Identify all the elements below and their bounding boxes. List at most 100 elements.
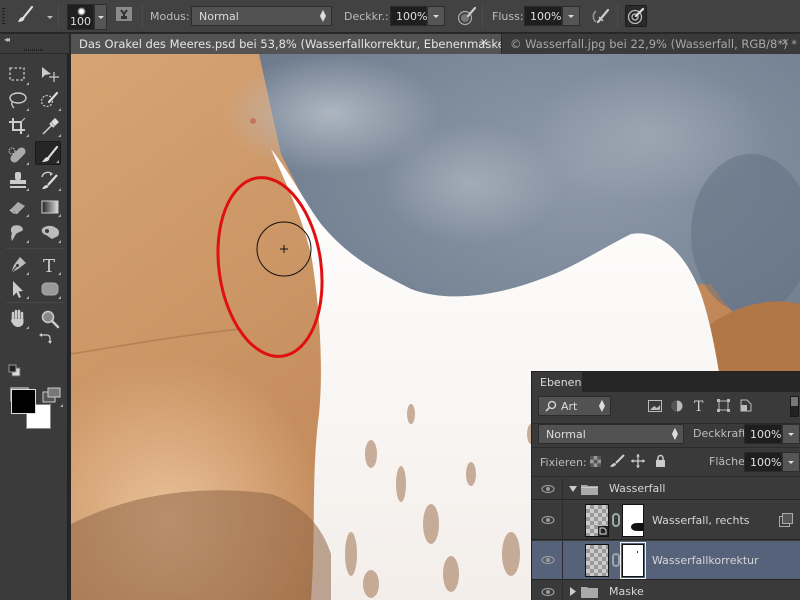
airbrush-icon <box>592 8 610 24</box>
close-tab-icon[interactable]: × <box>480 37 488 48</box>
updown-arrows-icon: ▲ ▼ <box>319 8 326 23</box>
pressure-opacity-button[interactable] <box>456 5 478 27</box>
smudge-tool[interactable] <box>4 220 30 244</box>
visibility-eye-icon[interactable] <box>541 587 555 597</box>
toolbox-header[interactable]: ◂◂ <box>0 34 69 54</box>
lasso-tool[interactable] <box>4 88 30 112</box>
pixel-layer-filter-icon[interactable] <box>648 400 662 412</box>
type-tool[interactable]: T <box>36 252 62 276</box>
eyedropper-icon <box>42 118 59 135</box>
tab-wasserfall[interactable]: © Wasserfall.jpg bei 22,9% (Wasserfall, … <box>502 34 800 54</box>
spot-healing-brush-tool[interactable] <box>4 142 30 166</box>
flow-input[interactable]: 100% <box>524 6 562 26</box>
history-brush-tool[interactable] <box>36 168 62 192</box>
rectangle-tool[interactable] <box>36 276 62 300</box>
airbrush-button[interactable] <box>590 5 612 27</box>
layer-opacity-dropdown[interactable] <box>782 424 800 444</box>
divider <box>142 4 143 28</box>
brush-panel-toggle-icon <box>116 7 132 21</box>
updown-arrows-icon: ▲ ▼ <box>598 398 605 413</box>
smart-object-filter-icon[interactable] <box>740 399 752 412</box>
zoom-tool[interactable] <box>36 306 62 330</box>
brush-size-value: 100 <box>70 15 91 28</box>
layer-mask-thumbnail-active[interactable] <box>620 542 646 579</box>
visibility-eye-icon[interactable] <box>541 484 555 494</box>
divider <box>482 4 483 28</box>
close-tab-icon[interactable]: × <box>781 37 789 48</box>
collapsed-triangle-icon[interactable] <box>569 587 577 596</box>
type-icon: T <box>43 256 55 275</box>
screen-mode-button[interactable] <box>38 384 64 408</box>
flow-dropdown[interactable] <box>562 6 580 26</box>
adjustment-layer-filter-icon[interactable] <box>671 400 683 412</box>
blend-mode-select[interactable]: Normal ▲ ▼ <box>538 424 684 444</box>
mask-link-icon[interactable] <box>612 513 620 527</box>
toolbox-grip[interactable] <box>24 49 44 51</box>
move-tool[interactable] <box>36 62 62 86</box>
options-bar-grip[interactable] <box>2 8 5 25</box>
collapse-panel-icon[interactable]: ◂◂ <box>4 35 10 44</box>
fill-input[interactable]: 100% <box>744 452 782 472</box>
divider <box>617 4 618 28</box>
mode-select[interactable]: Normal ▲ ▼ <box>191 6 332 26</box>
layers-panel: Ebenen Art ▲ ▼ T Normal ▲ ▼ Deckkraft: 100… <box>531 371 800 600</box>
expand-triangle-icon[interactable] <box>569 485 577 493</box>
eyedropper-tool[interactable] <box>36 114 62 138</box>
eraser-icon <box>9 202 25 214</box>
pen-tool[interactable] <box>4 252 30 276</box>
mask-link-icon[interactable] <box>612 553 620 567</box>
dodge-tool[interactable] <box>36 220 62 244</box>
layer-name: Wasserfallkorrektur <box>652 554 759 567</box>
swap-colors-button[interactable] <box>38 331 54 347</box>
swap-colors-icon <box>39 333 52 344</box>
rectangular-marquee-tool[interactable] <box>4 62 30 86</box>
quick-selection-icon <box>40 91 59 108</box>
tool-preset-picker[interactable] <box>15 4 53 28</box>
pressure-size-button[interactable] <box>625 5 647 27</box>
crop-tool[interactable] <box>4 114 30 138</box>
lock-transparent-pixels-icon[interactable] <box>590 456 601 467</box>
foreground-color-swatch[interactable] <box>11 389 36 414</box>
lock-position-icon[interactable] <box>631 454 645 468</box>
quick-selection-tool[interactable] <box>36 88 62 112</box>
clone-stamp-tool[interactable] <box>4 168 30 192</box>
hand-tool[interactable] <box>4 306 30 330</box>
layer-group-maske[interactable]: Maske <box>532 581 800 600</box>
path-selection-tool[interactable] <box>4 276 30 300</box>
lock-all-icon[interactable] <box>655 454 666 468</box>
layer-wasserfall-rechts[interactable]: Wasserfall, rechts <box>532 501 800 540</box>
type-layer-filter-icon[interactable]: T <box>694 399 706 412</box>
search-icon <box>545 400 557 412</box>
shape-layer-filter-icon[interactable] <box>717 399 730 412</box>
fill-dropdown[interactable] <box>782 452 800 472</box>
toggle-brush-panel-button[interactable] <box>115 5 137 27</box>
lock-label: Fixieren: <box>540 456 587 469</box>
default-colors-icon <box>8 364 21 377</box>
layer-group-wasserfall[interactable]: Wasserfall <box>532 478 800 500</box>
visibility-eye-icon[interactable] <box>541 555 555 565</box>
gradient-tool[interactable] <box>36 194 62 218</box>
lock-image-pixels-icon[interactable] <box>609 454 625 468</box>
visibility-eye-icon[interactable] <box>541 515 555 525</box>
layer-opacity-input[interactable]: 100% <box>744 424 782 444</box>
layer-wasserfallkorrektur[interactable]: Wasserfallkorrektur <box>532 541 800 580</box>
divider <box>562 501 563 539</box>
layer-filter-row: Art ▲ ▼ T <box>532 392 800 424</box>
eraser-tool[interactable] <box>4 194 30 218</box>
pressure-size-icon <box>627 7 645 25</box>
tab-ebenen[interactable]: Ebenen <box>532 372 582 392</box>
brush-preset-dropdown[interactable] <box>94 4 107 30</box>
brush-preset-picker[interactable]: 100 <box>67 4 94 30</box>
fill-label: Fläche: <box>709 455 749 468</box>
move-icon <box>42 67 59 82</box>
tab-orakel-des-meeres[interactable]: Das Orakel des Meeres.psd bei 53,8% (Was… <box>71 34 501 54</box>
layer-mask-thumbnail[interactable] <box>622 504 644 537</box>
filter-kind-select[interactable]: Art ▲ ▼ <box>538 396 611 416</box>
opacity-dropdown[interactable] <box>427 6 445 26</box>
default-colors-button[interactable] <box>8 364 24 380</box>
layer-thumbnail <box>585 544 609 577</box>
filter-toggle-switch[interactable] <box>790 396 799 417</box>
toolbox: T <box>0 54 69 600</box>
brush-tool[interactable] <box>35 141 61 165</box>
opacity-input[interactable]: 100% <box>390 6 427 26</box>
